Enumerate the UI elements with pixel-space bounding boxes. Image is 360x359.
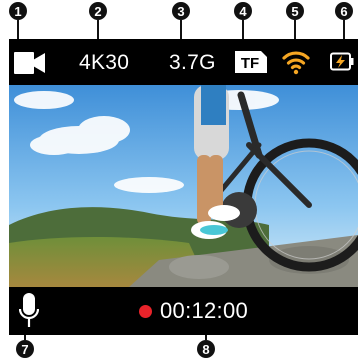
status-bar: 4K30 3.7G TF xyxy=(9,39,358,85)
video-camera-icon xyxy=(14,52,45,74)
resolution-label: 4K30 xyxy=(79,51,130,74)
record-indicator-icon xyxy=(139,305,152,318)
callout-7: 7 xyxy=(16,340,34,358)
callout-8: 8 xyxy=(197,340,215,358)
callout-1: 1 xyxy=(9,2,27,20)
microphone-icon xyxy=(18,293,40,327)
callout-line-6 xyxy=(343,20,345,39)
callout-line-4 xyxy=(242,20,244,39)
callout-4: 4 xyxy=(234,2,252,20)
record-timer: 00:12:00 xyxy=(160,298,249,323)
recording-bar: 00:12:00 xyxy=(9,287,358,335)
callout-3: 3 xyxy=(172,2,190,20)
storage-remaining-label: 3.7G xyxy=(169,51,216,74)
callout-line-2 xyxy=(97,20,99,39)
tf-card-label: TF xyxy=(241,55,259,72)
battery-charging-icon xyxy=(330,52,354,71)
callout-5: 5 xyxy=(286,2,304,20)
wifi-icon xyxy=(282,49,310,75)
callout-6: 6 xyxy=(335,2,353,20)
callout-line-1 xyxy=(17,20,19,39)
live-preview xyxy=(9,85,358,287)
callout-line-3 xyxy=(180,20,182,39)
camera-screen: 4K30 3.7G TF 00:12:00 xyxy=(9,39,358,335)
callout-line-5 xyxy=(294,20,296,39)
tf-card-icon: TF xyxy=(235,51,267,73)
callout-2: 2 xyxy=(89,2,107,20)
